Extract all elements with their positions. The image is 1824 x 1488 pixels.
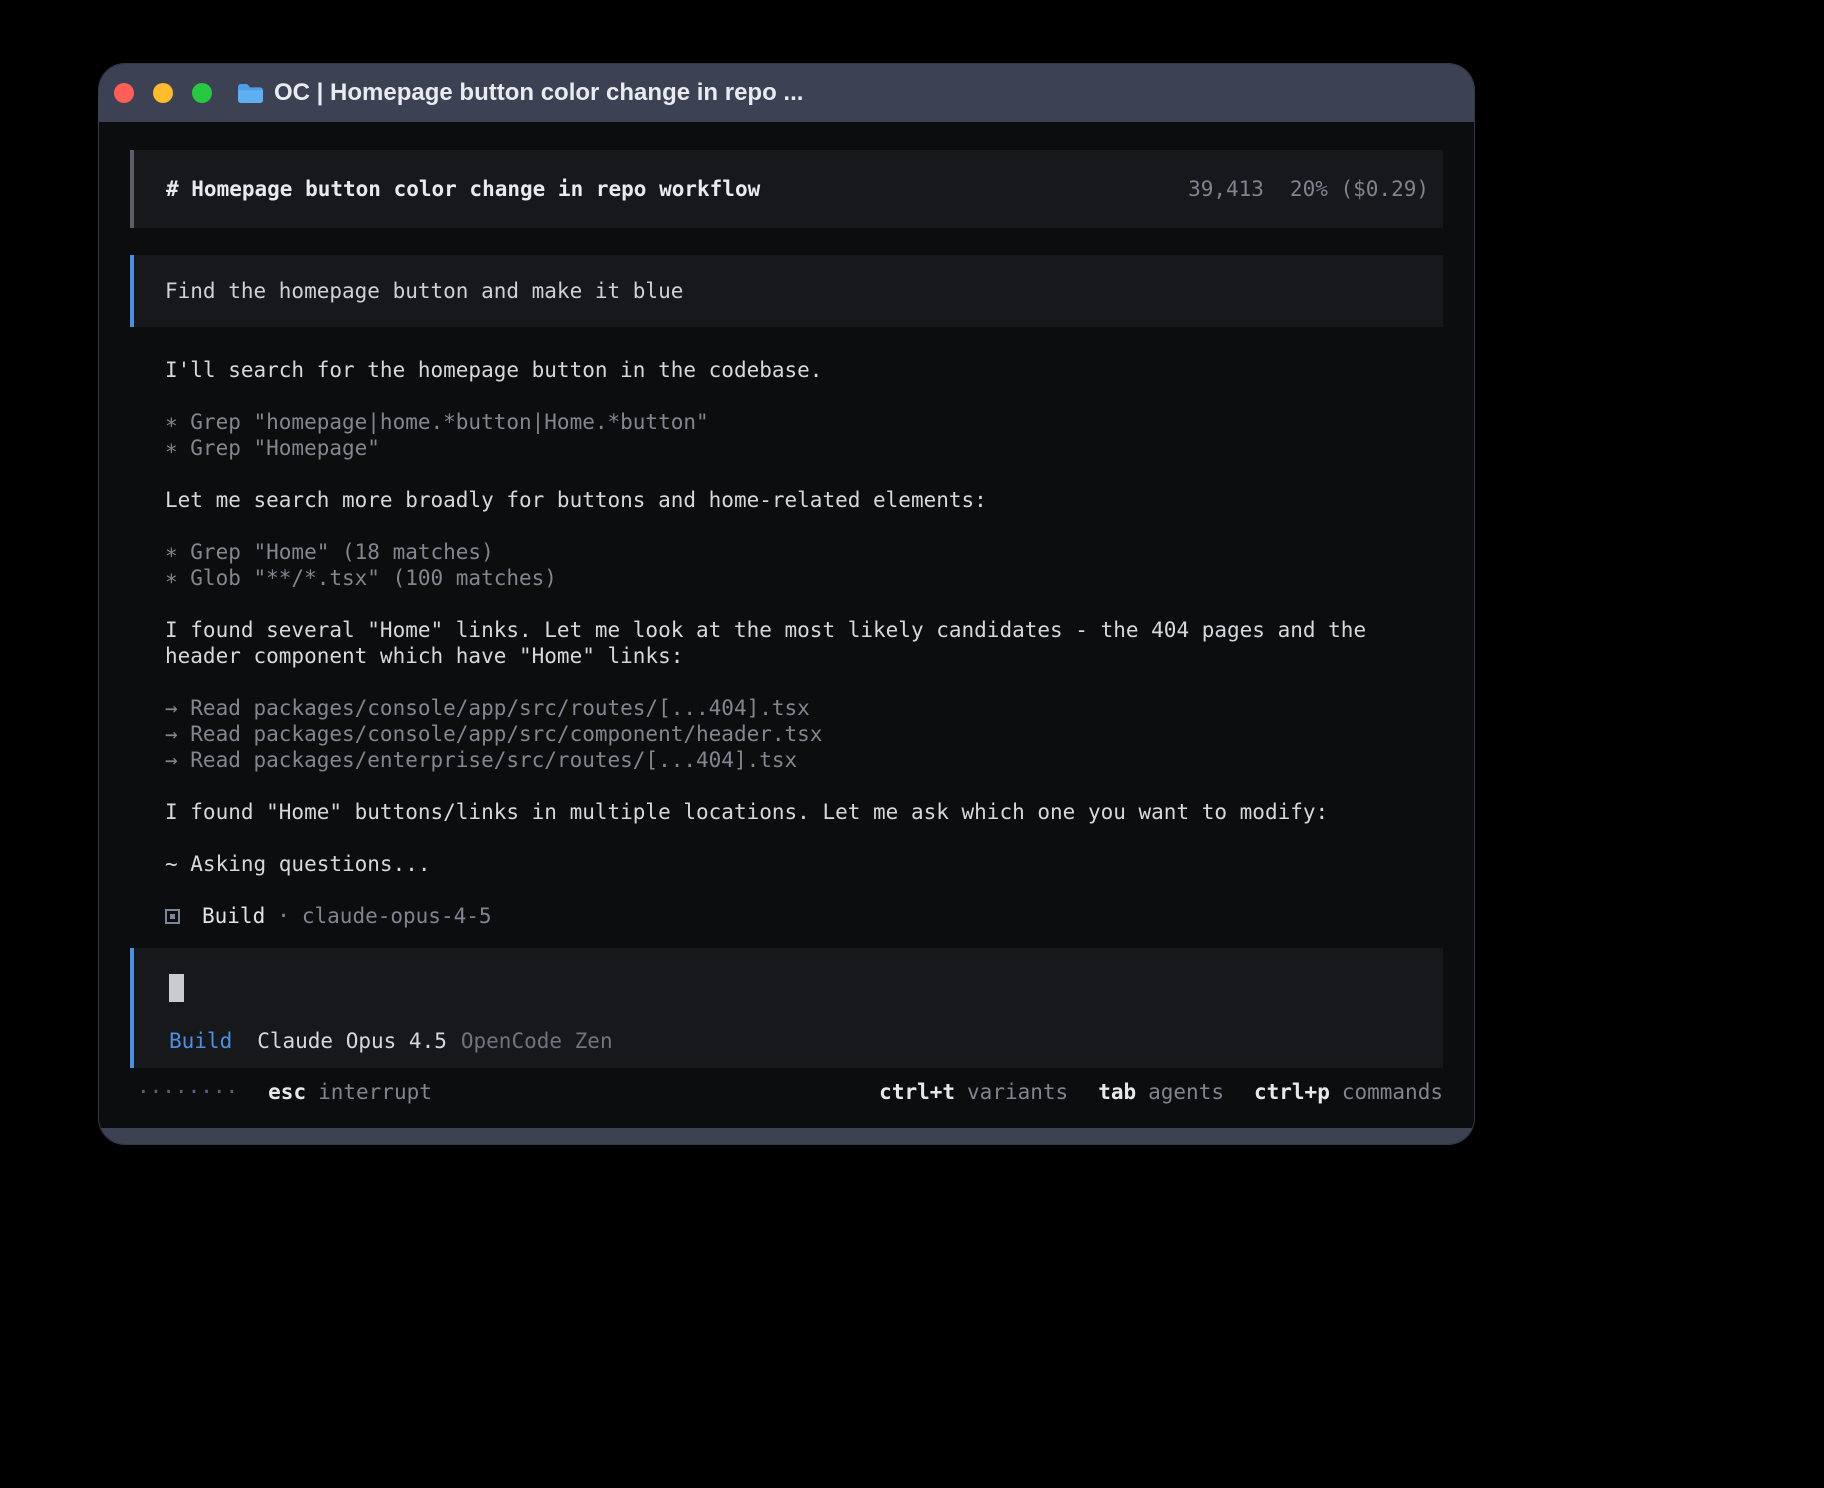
token-count: 39,413 [1188,176,1264,202]
user-message: Find the homepage button and make it blu… [130,255,1443,327]
tool-call-read: → Read packages/console/app/src/routes/[… [165,695,1410,721]
zoom-button[interactable] [192,83,212,103]
tool-call-grep: ∗ Grep "Home" (18 matches) [165,539,1410,565]
session-title: # Homepage button color change in repo w… [166,176,760,202]
variants-label: variants [967,1079,1068,1105]
tool-call-read: → Read packages/console/app/src/componen… [165,721,1410,747]
traffic-lights [114,83,212,103]
status-bar: ········ esc interrupt ctrl+t variants t… [130,1078,1443,1105]
commands-label: commands [1342,1079,1443,1105]
shortcut-agents: tab agents [1098,1079,1224,1105]
ctrl-p-key-hint: ctrl+p [1254,1079,1330,1105]
agent-model: claude-opus-4-5 [302,903,492,929]
user-message-text: Find the homepage button and make it blu… [165,278,683,304]
agent-icon [165,909,180,924]
assistant-paragraph: I found "Home" buttons/links in multiple… [165,799,1410,825]
agents-label: agents [1148,1079,1224,1105]
tab-key-hint: tab [1098,1079,1136,1105]
assistant-paragraph: Let me search more broadly for buttons a… [165,487,1410,513]
terminal-content: # Homepage button color change in repo w… [99,122,1474,1128]
session-header: # Homepage button color change in repo w… [130,150,1443,228]
esc-key-label: interrupt [318,1079,432,1105]
text-cursor [169,974,184,1002]
input-meta: Build Claude Opus 4.5 OpenCode Zen [169,1028,613,1054]
window-title: OC | Homepage button color change in rep… [274,79,803,107]
window-titlebar[interactable]: OC | Homepage button color change in rep… [99,64,1474,122]
prompt-input[interactable]: Build Claude Opus 4.5 OpenCode Zen [130,948,1443,1068]
window-bottom-edge [99,1128,1474,1144]
terminal-window: OC | Homepage button color change in rep… [99,64,1474,1144]
shortcut-commands: ctrl+p commands [1254,1079,1443,1105]
agent-status-line: Build · claude-opus-4-5 [165,903,1410,929]
tool-call-group: ∗ Grep "Home" (18 matches) ∗ Glob "**/*.… [165,539,1410,591]
spinner-dots: ········ [137,1079,238,1105]
tool-call-grep: ∗ Grep "homepage|home.*button|Home.*butt… [165,409,1410,435]
agent-icon-core [170,914,175,919]
assistant-paragraph: I'll search for the homepage button in t… [165,357,1410,383]
minimize-button[interactable] [153,83,173,103]
ctrl-t-key-hint: ctrl+t [879,1079,955,1105]
folder-icon [237,82,264,104]
agent-separator: · [277,903,290,929]
status-bar-right: ctrl+t variants tab agents ctrl+p comman… [879,1079,1443,1105]
context-usage: 20% ($0.29) [1290,176,1429,202]
status-bar-left: ········ esc interrupt [137,1079,432,1105]
tool-call-grep: ∗ Grep "Homepage" [165,435,1410,461]
tool-call-glob: ∗ Glob "**/*.tsx" (100 matches) [165,565,1410,591]
session-stats: 39,413 20% ($0.29) [1188,176,1429,202]
input-model-label: Claude Opus 4.5 [257,1028,447,1054]
tool-call-group: ∗ Grep "homepage|home.*button|Home.*butt… [165,409,1410,461]
assistant-paragraph: I found several "Home" links. Let me loo… [165,617,1410,669]
input-provider-label: OpenCode Zen [461,1028,613,1054]
asking-questions-status: ~ Asking questions... [165,851,1410,877]
conversation: I'll search for the homepage button in t… [130,327,1440,929]
input-mode-label: Build [169,1028,232,1054]
tool-call-read: → Read packages/enterprise/src/routes/[.… [165,747,1410,773]
agent-name: Build [202,903,265,929]
shortcut-variants: ctrl+t variants [879,1079,1068,1105]
close-button[interactable] [114,83,134,103]
read-call-group: → Read packages/console/app/src/routes/[… [165,695,1410,773]
esc-key-hint: esc [268,1079,306,1105]
